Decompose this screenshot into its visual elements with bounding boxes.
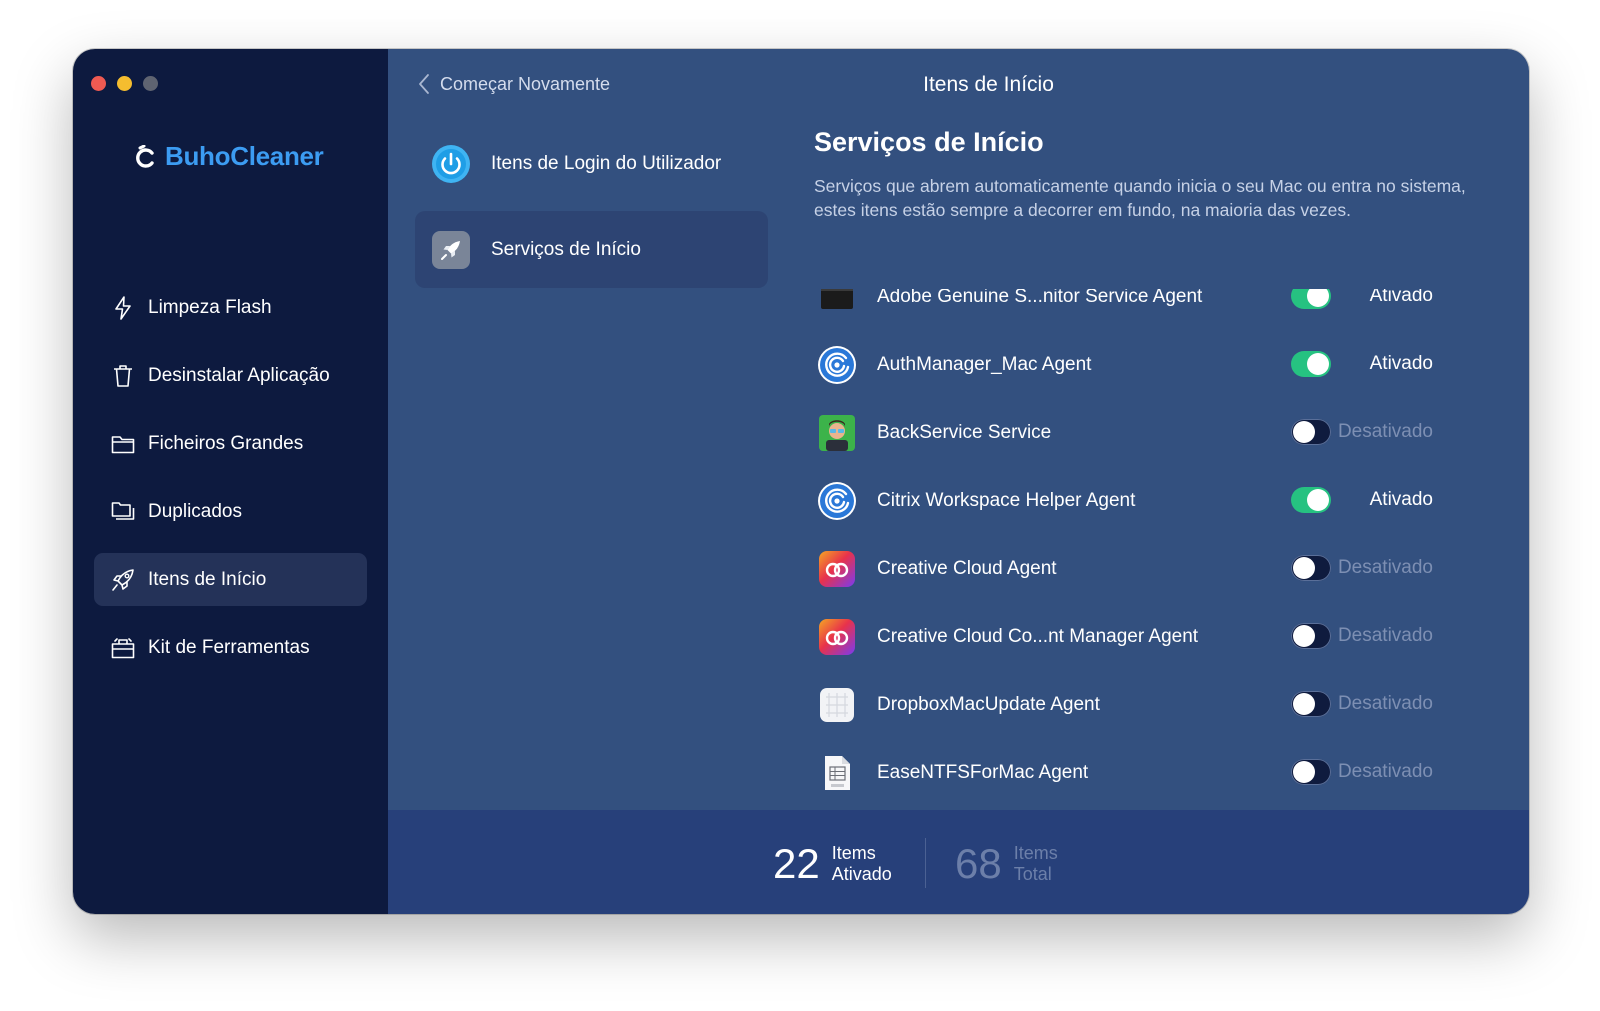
sidebar-item-duplicados[interactable]: Duplicados bbox=[94, 485, 367, 538]
main-panel: Começar Novamente Itens de Início Itens … bbox=[388, 49, 1529, 914]
service-toggle[interactable] bbox=[1291, 623, 1331, 649]
toggle-knob bbox=[1293, 625, 1315, 647]
list-item[interactable]: Creative Cloud Co...nt Manager Agent Des… bbox=[803, 603, 1463, 671]
rocket-icon bbox=[432, 230, 470, 269]
service-toggle[interactable] bbox=[1291, 289, 1331, 309]
creative-cloud-icon bbox=[819, 551, 855, 587]
list-item[interactable]: Creative Cloud Agent Desativado bbox=[803, 535, 1463, 603]
total-count: 68 bbox=[955, 840, 1002, 887]
sidebar-nav: Limpeza Flash Desinstalar Aplicação Fich… bbox=[94, 281, 367, 689]
list-item[interactable]: BackService Service Desativado bbox=[803, 399, 1463, 467]
service-toggle[interactable] bbox=[1291, 351, 1331, 377]
list-item[interactable]: DropboxMacUpdate Agent Desativado bbox=[803, 671, 1463, 739]
window-controls bbox=[91, 76, 158, 91]
toolbox-icon bbox=[110, 635, 136, 661]
sidebar-item-label: Desinstalar Aplicação bbox=[148, 364, 330, 386]
service-status: Desativado bbox=[1337, 625, 1433, 646]
service-status: Ativado bbox=[1369, 353, 1433, 374]
folder-icon bbox=[110, 431, 136, 457]
minimize-window-button[interactable] bbox=[117, 76, 132, 91]
toggle-knob bbox=[1307, 289, 1329, 307]
enabled-label-line2: Ativado bbox=[831, 864, 892, 884]
trash-icon bbox=[110, 363, 136, 389]
list-item[interactable]: AuthManager_Mac Agent Ativado bbox=[803, 331, 1463, 399]
zoom-window-button[interactable] bbox=[143, 76, 158, 91]
toggle-knob bbox=[1293, 421, 1315, 443]
toggle-knob bbox=[1293, 557, 1315, 579]
enabled-label-line1: Items bbox=[831, 843, 876, 863]
service-toggle[interactable] bbox=[1291, 419, 1331, 445]
category-startup-services[interactable]: Serviços de Início bbox=[415, 211, 768, 288]
rocket-icon bbox=[110, 567, 136, 593]
service-toggle[interactable] bbox=[1291, 759, 1331, 785]
total-label-line2: Total bbox=[1013, 864, 1052, 884]
app-window: BuhoCleaner Limpeza Flash Desinstalar Ap… bbox=[73, 49, 1529, 914]
toggle-knob bbox=[1293, 761, 1315, 783]
page-title: Itens de Início bbox=[923, 73, 1054, 96]
section-title: Serviços de Início bbox=[814, 127, 1044, 157]
sidebar-item-label: Ficheiros Grandes bbox=[148, 432, 304, 454]
toggle-knob bbox=[1293, 693, 1315, 715]
enabled-count: 22 bbox=[773, 840, 820, 887]
creative-cloud-icon bbox=[819, 619, 855, 655]
category-label: Serviços de Início bbox=[491, 238, 641, 260]
category-login-items[interactable]: Itens de Login do Utilizador bbox=[415, 125, 768, 202]
list-item[interactable]: EaseNTFSForMac Agent Desativado bbox=[803, 739, 1463, 794]
category-label: Itens de Login do Utilizador bbox=[491, 152, 722, 174]
citrix-icon bbox=[818, 346, 856, 384]
dropbox-update-icon bbox=[820, 688, 854, 722]
citrix-icon bbox=[818, 482, 856, 520]
summary-footer: 22 Items Ativado 68 Items Total bbox=[388, 810, 1529, 914]
lightning-icon bbox=[110, 295, 136, 321]
total-summary: 68 Items Total bbox=[955, 840, 1058, 888]
sidebar-item-desinstalar[interactable]: Desinstalar Aplicação bbox=[94, 349, 367, 402]
list-item[interactable]: Adobe Genuine S...nitor Service Agent At… bbox=[803, 289, 1463, 331]
service-toggle[interactable] bbox=[1291, 555, 1331, 581]
enabled-summary: 22 Items Ativado bbox=[773, 840, 892, 888]
service-status: Desativado bbox=[1337, 421, 1433, 442]
sidebar-item-label: Kit de Ferramentas bbox=[148, 636, 310, 658]
section-description: Serviços que abrem automaticamente quand… bbox=[814, 176, 1466, 220]
buho-logo-icon bbox=[136, 144, 154, 168]
enabled-label: Items Ativado bbox=[832, 843, 892, 885]
sidebar-item-label: Limpeza Flash bbox=[148, 296, 272, 318]
service-status: Ativado bbox=[1369, 289, 1433, 306]
service-status: Desativado bbox=[1337, 557, 1433, 578]
sidebar-item-label: Itens de Início bbox=[148, 568, 267, 590]
sidebar-item-ficheiros-grandes[interactable]: Ficheiros Grandes bbox=[94, 417, 367, 470]
sidebar-item-itens-de-inicio[interactable]: Itens de Início bbox=[94, 553, 367, 606]
sidebar-item-limpeza-flash[interactable]: Limpeza Flash bbox=[94, 281, 367, 334]
service-toggle[interactable] bbox=[1291, 691, 1331, 717]
service-status: Ativado bbox=[1369, 489, 1433, 510]
total-label: Items Total bbox=[1014, 843, 1058, 885]
list-item[interactable]: Citrix Workspace Helper Agent Ativado bbox=[803, 467, 1463, 535]
power-icon bbox=[432, 144, 470, 183]
service-toggle[interactable] bbox=[1291, 487, 1331, 513]
toggle-knob bbox=[1307, 353, 1329, 375]
service-status: Desativado bbox=[1337, 761, 1433, 782]
footer-divider bbox=[925, 838, 926, 888]
sidebar-item-kit-de-ferramentas[interactable]: Kit de Ferramentas bbox=[94, 621, 367, 674]
total-label-line1: Items bbox=[1013, 843, 1058, 863]
service-status: Desativado bbox=[1337, 693, 1433, 714]
close-window-button[interactable] bbox=[91, 76, 106, 91]
sidebar: BuhoCleaner Limpeza Flash Desinstalar Ap… bbox=[73, 49, 388, 914]
toggle-knob bbox=[1307, 489, 1329, 511]
plist-file-icon bbox=[825, 756, 850, 790]
sidebar-item-label: Duplicados bbox=[148, 500, 242, 522]
backservice-avatar-icon bbox=[819, 415, 855, 451]
services-list[interactable]: Adobe Genuine S...nitor Service Agent At… bbox=[803, 289, 1463, 794]
app-name: BuhoCleaner bbox=[165, 141, 324, 171]
adobe-genuine-icon bbox=[821, 289, 853, 309]
duplicate-folders-icon bbox=[110, 499, 136, 525]
app-logo: BuhoCleaner bbox=[135, 141, 324, 172]
